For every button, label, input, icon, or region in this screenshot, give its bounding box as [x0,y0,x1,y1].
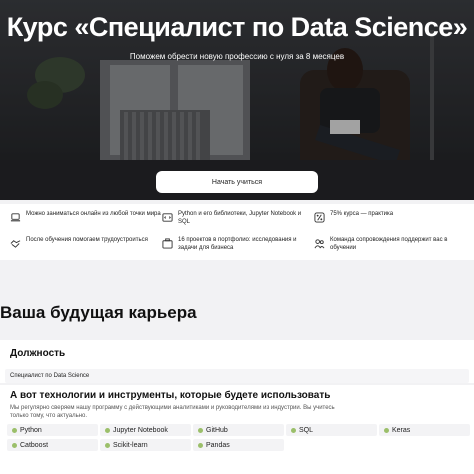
tag-dot-icon [291,427,296,433]
page-title: Курс «Специалист по Data Science» [6,12,468,42]
hero-banner: Курс «Специалист по Data Science» Поможе… [0,0,474,200]
features-panel: Можно заниматься онлайн из любой точки м… [0,204,474,260]
hero-subtitle: Поможем обрести новую профессию с нуля з… [129,52,345,61]
start-learning-button[interactable]: Начать учиться [156,171,318,193]
feature-text: Python и его библиотеки, Jupyter Noteboo… [178,211,302,225]
tech-tag-label: Python [20,426,42,434]
feature-item: 16 проектов в портфолио: исследования и … [162,236,314,258]
tag-dot-icon [198,427,203,433]
tag-dot-icon [12,427,17,433]
tech-tag: Scikit-learn [100,439,191,451]
tag-dot-icon [384,427,389,433]
tech-tag: Pandas [193,439,284,451]
feature-text: После обучения помогаем трудоустроиться [26,237,148,243]
tag-dot-icon [105,442,110,448]
tech-tag-label: SQL [299,426,314,434]
tag-dot-icon [12,442,17,448]
tech-tag-label: Pandas [206,441,230,449]
tech-tag-label: Jupyter Notebook [113,426,168,434]
feature-item: Python и его библиотеки, Jupyter Noteboo… [162,210,314,232]
feature-item: 75% курса — практика [314,210,466,232]
code-icon [162,213,173,222]
tag-dot-icon [105,427,110,433]
role-value: Специалист по Data Science [5,369,469,383]
tech-tag: Keras [379,424,470,436]
portfolio-icon [162,238,173,249]
laptop-icon [10,213,21,222]
feature-item: Команда сопровождения поддержит вас в об… [314,236,466,258]
tech-tag-label: Keras [392,426,411,434]
role-card: Должность Специалист по Data Science [0,340,474,383]
tech-tag-list: Python Jupyter Notebook GitHub SQL Keras… [7,424,470,451]
handshake-icon [10,240,21,248]
career-section-title: Ваша будущая карьера [0,303,197,322]
feature-item: После обучения помогаем трудоустроиться [10,236,162,258]
tech-tag-label: GitHub [206,426,228,434]
tech-card: А вот технологии и инструменты, которые … [0,385,474,474]
tech-tag: GitHub [193,424,284,436]
tag-dot-icon [198,442,203,448]
feature-text: Команда сопровождения поддержит вас в об… [330,237,448,251]
percent-icon [314,212,325,223]
tech-tag-label: Catboost [20,441,49,449]
team-icon [314,239,325,249]
tech-tag: Python [7,424,98,436]
tech-tag-label: Scikit-learn [113,441,148,449]
tech-heading: А вот технологии и инструменты, которые … [10,390,331,401]
feature-text: Можно заниматься онлайн из любой точки м… [26,211,161,217]
role-heading: Должность [10,348,66,359]
feature-text: 75% курса — практика [330,211,394,217]
tech-tag: Jupyter Notebook [100,424,191,436]
tech-tag: Catboost [7,439,98,451]
feature-item: Можно заниматься онлайн из любой точки м… [10,210,162,232]
tech-tag: SQL [286,424,377,436]
tech-description: Мы регулярно сверяем нашу программу с де… [10,405,335,419]
feature-text: 16 проектов в портфолио: исследования и … [178,237,297,251]
